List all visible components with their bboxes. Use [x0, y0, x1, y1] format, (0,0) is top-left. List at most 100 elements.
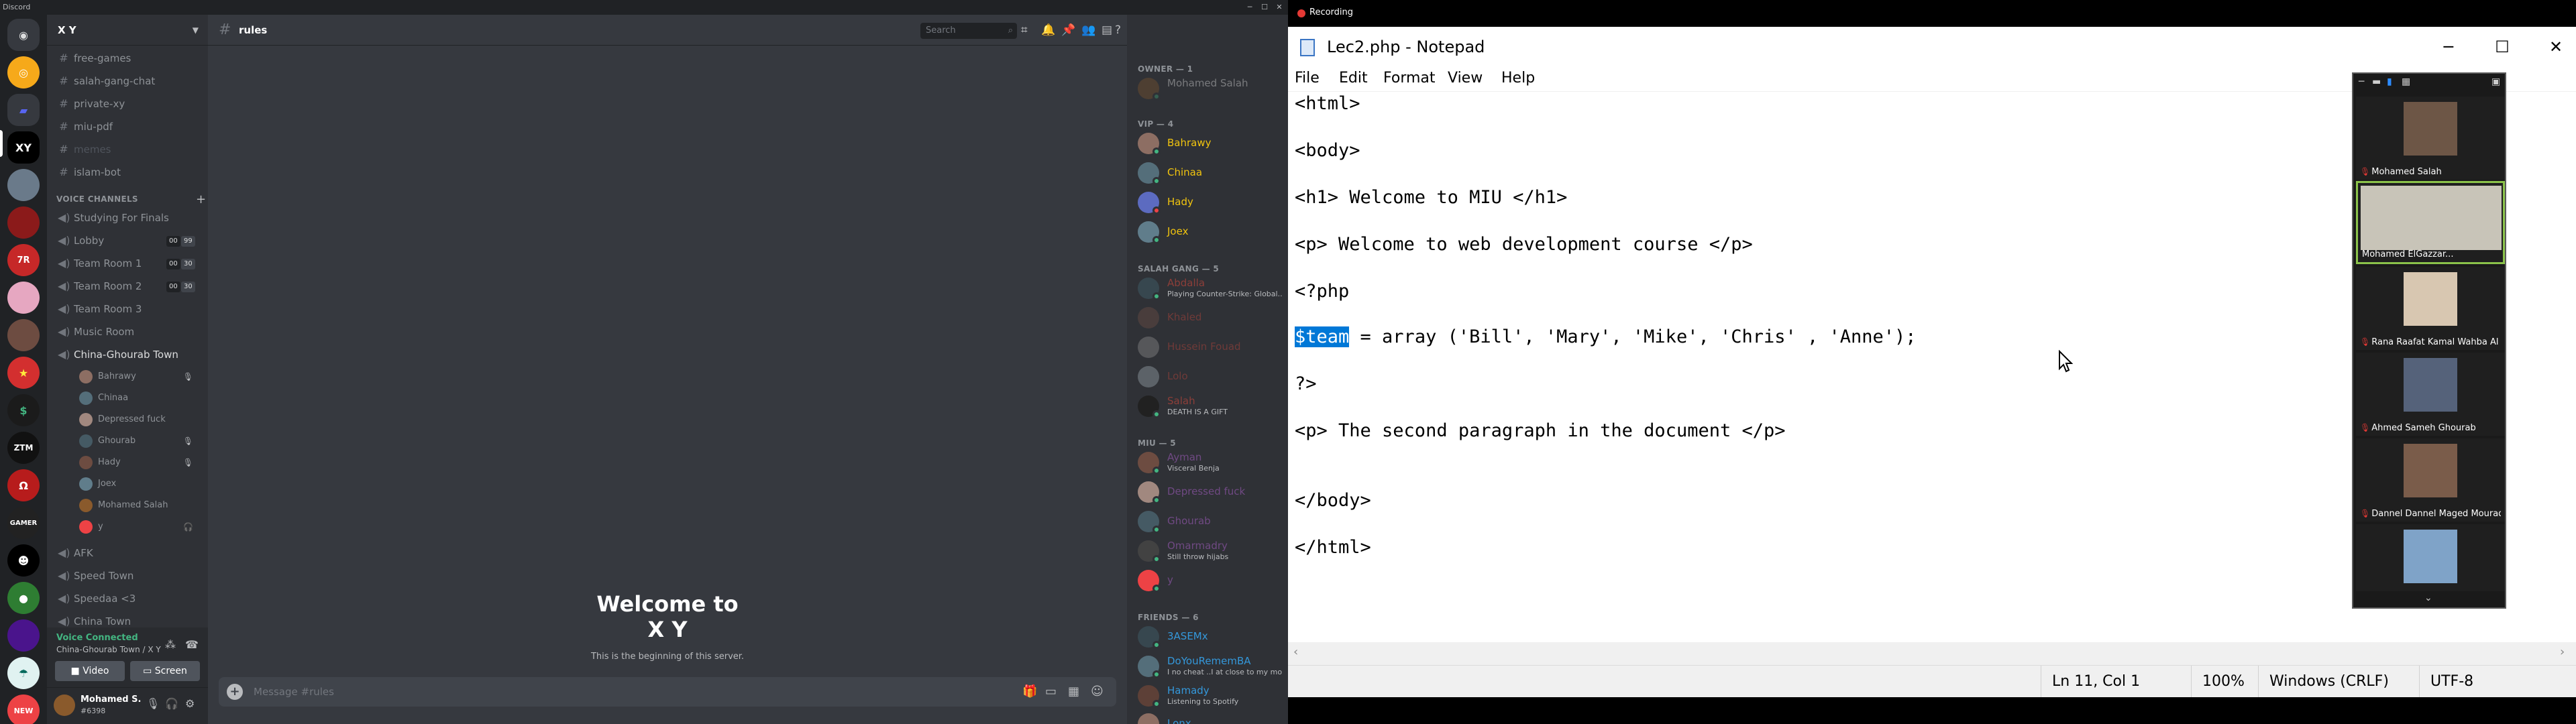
member-item[interactable]: Hamady Listening to Spotify: [1132, 681, 1283, 711]
menu-file[interactable]: File: [1295, 70, 1320, 86]
members-icon[interactable]: 👥: [1081, 23, 1095, 37]
close-icon[interactable]: ✕: [1272, 0, 1287, 15]
message-input[interactable]: + Message #rules 🎁 ▭ ▦ ☺: [219, 677, 1116, 707]
participant-tile[interactable]: 🎙 Dannel Dannel Maged Mourad ...: [2356, 438, 2505, 522]
gear-icon[interactable]: ⚙: [185, 697, 195, 710]
voice-channel[interactable]: ◀) Lobby 00 99: [52, 231, 203, 251]
member-item[interactable]: Ghourab: [1132, 507, 1283, 536]
horizontal-scrollbar[interactable]: ‹ ›: [1288, 642, 2576, 665]
strip-view-icon[interactable]: ▮: [2387, 76, 2392, 87]
member-item[interactable]: Lonx: [1132, 709, 1283, 724]
server-icon[interactable]: $: [7, 394, 40, 426]
server-icon[interactable]: [7, 319, 40, 351]
menu-edit[interactable]: Edit: [1339, 70, 1368, 86]
microphone-icon[interactable]: 🎙: [146, 697, 160, 710]
threads-icon[interactable]: ⌗: [1021, 23, 1028, 37]
member-item[interactable]: Joex: [1132, 217, 1283, 247]
server-xy-icon[interactable]: XY: [7, 131, 40, 164]
member-item[interactable]: Depressed fuck: [1132, 477, 1283, 507]
voice-user[interactable]: y 🎧: [76, 518, 204, 536]
member-item[interactable]: Hussein Fouad: [1132, 333, 1283, 362]
voice-location[interactable]: China-Ghourab Town / X Y: [56, 645, 161, 654]
member-item[interactable]: Omarmadry Still throw hijabs: [1132, 536, 1283, 566]
server-icon[interactable]: [7, 619, 40, 652]
member-item[interactable]: Salah DEATH IS A GIFT: [1132, 391, 1283, 421]
server-icon[interactable]: ★: [7, 357, 40, 389]
voice-user[interactable]: Depressed fuck: [76, 410, 204, 429]
inbox-icon[interactable]: ▤: [1102, 23, 1112, 37]
participant-tile-active[interactable]: Mohamed ElGazzar...: [2356, 181, 2505, 264]
participant-tile[interactable]: [2356, 524, 2505, 591]
bell-icon[interactable]: 🔔: [1041, 23, 1055, 37]
sticker-icon[interactable]: ▦: [1068, 684, 1079, 699]
gif-icon[interactable]: ▭: [1045, 684, 1057, 699]
participant-tile[interactable]: 🎙 Ahmed Sameh Ghourab: [2356, 353, 2505, 436]
participant-tile[interactable]: 🎙 Mohamed Salah: [2356, 97, 2505, 180]
headphones-icon[interactable]: 🎧: [165, 697, 178, 710]
chevron-down-icon[interactable]: ⌄: [2424, 593, 2432, 603]
voice-channel[interactable]: ◀) Speed Town: [52, 566, 203, 586]
search-input[interactable]: Search ⌕: [920, 23, 1017, 39]
server-icon[interactable]: GAMER: [7, 507, 40, 539]
voice-channel[interactable]: ◀) Team Room 1 00 30: [52, 253, 203, 274]
voice-user[interactable]: Chinaa: [76, 389, 204, 408]
emoji-icon[interactable]: ☺: [1091, 684, 1104, 699]
voice-user[interactable]: Mohamed Salah: [76, 496, 204, 515]
voice-channel[interactable]: ◀) Team Room 2 00 30: [52, 276, 203, 296]
noise-suppression-icon[interactable]: ⁂: [165, 638, 176, 651]
member-item[interactable]: Lolo: [1132, 362, 1283, 391]
add-attachment-icon[interactable]: +: [227, 684, 243, 700]
voice-channel[interactable]: ◀) Studying For Finals: [52, 208, 203, 228]
server-icon[interactable]: [7, 206, 40, 239]
avatar[interactable]: [54, 695, 75, 716]
text-channel[interactable]: # salah-gang-chat: [52, 71, 203, 91]
voice-user[interactable]: Bahrawy 🎙: [76, 367, 204, 386]
member-item[interactable]: Abdalla Playing Counter-Strike: Global...: [1132, 274, 1283, 303]
server-icon[interactable]: Ω: [7, 469, 40, 501]
minimize-icon[interactable]: ─: [1242, 0, 1257, 15]
member-item[interactable]: Hady: [1132, 188, 1283, 217]
expand-icon[interactable]: ▣: [2491, 76, 2500, 87]
voice-user[interactable]: Hady 🎙: [76, 453, 204, 472]
member-item[interactable]: Chinaa: [1132, 158, 1283, 188]
voice-channel[interactable]: ◀) Team Room 3: [52, 299, 203, 319]
member-item[interactable]: Bahrawy: [1132, 129, 1283, 158]
voice-channel[interactable]: ◀) Music Room: [52, 322, 203, 342]
member-item[interactable]: Mohamed Salah: [1132, 74, 1283, 103]
member-item[interactable]: Ayman Visceral Benja: [1132, 448, 1283, 477]
server-icon[interactable]: ZTM: [7, 432, 40, 464]
scroll-right-icon[interactable]: ›: [2560, 645, 2565, 659]
add-channel-icon[interactable]: +: [196, 192, 206, 206]
voice-category[interactable]: VOICE CHANNELS +: [56, 192, 206, 206]
maximize-icon[interactable]: ☐: [1257, 0, 1272, 15]
voice-channel[interactable]: ◀) Speedaa <3: [52, 589, 203, 609]
member-item[interactable]: y: [1132, 566, 1283, 595]
voice-channel-active[interactable]: ◀) China-Ghourab Town: [52, 345, 203, 365]
pin-icon[interactable]: 📌: [1061, 23, 1075, 37]
gallery-view-icon[interactable]: ▦: [2402, 76, 2410, 87]
gift-icon[interactable]: 🎁: [1022, 684, 1037, 699]
disconnect-icon[interactable]: ☎: [185, 638, 199, 651]
server-icon[interactable]: 7R: [7, 244, 40, 276]
voice-status[interactable]: Voice Connected: [56, 633, 138, 643]
video-button[interactable]: ■ Video: [55, 661, 125, 681]
minimize-icon[interactable]: ─: [2359, 76, 2364, 87]
server-header[interactable]: X Y ▼: [47, 15, 208, 46]
new-badge[interactable]: NEW: [7, 695, 40, 724]
text-channel[interactable]: # private-xy: [52, 94, 203, 114]
menu-help[interactable]: Help: [1501, 70, 1535, 86]
speaker-view-icon[interactable]: ▬: [2372, 76, 2381, 87]
minimize-icon[interactable]: ─: [2428, 34, 2469, 60]
menu-format[interactable]: Format: [1383, 70, 1436, 86]
menu-view[interactable]: View: [1448, 70, 1483, 86]
scroll-left-icon[interactable]: ‹: [1293, 645, 1298, 659]
close-icon[interactable]: ✕: [2536, 34, 2576, 60]
text-channel[interactable]: # memes: [52, 139, 203, 160]
server-icon[interactable]: ◎: [7, 56, 40, 88]
server-icon[interactable]: [7, 169, 40, 201]
screen-share-button[interactable]: ▭ Screen: [130, 661, 200, 681]
text-channel[interactable]: # islam-bot: [52, 162, 203, 182]
server-icon[interactable]: [7, 282, 40, 314]
member-item[interactable]: DoYouRememBA I no cheat ..I at close to m…: [1132, 652, 1283, 681]
participant-tile[interactable]: 🎙Rana Raafat Kamal Wahba Al Att...: [2356, 267, 2505, 350]
